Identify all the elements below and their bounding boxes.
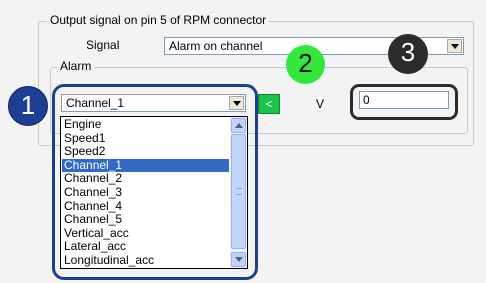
signal-label: Signal (86, 38, 120, 52)
unit-label: V (316, 97, 325, 111)
signal-select-value: Alarm on channel (169, 39, 263, 53)
callout-badge-2: 2 (286, 45, 325, 84)
output-signal-group-title: Output signal on pin 5 of RPM connector (47, 14, 270, 27)
assign-value-button[interactable]: < (258, 94, 280, 114)
chevron-down-icon[interactable] (447, 39, 462, 53)
callout-outline-3 (350, 84, 458, 120)
callout-badge-1: 1 (8, 86, 48, 126)
callout-outline-1 (52, 84, 258, 280)
callout-badge-3: 3 (388, 34, 428, 74)
alarm-group-title: Alarm (57, 60, 95, 73)
